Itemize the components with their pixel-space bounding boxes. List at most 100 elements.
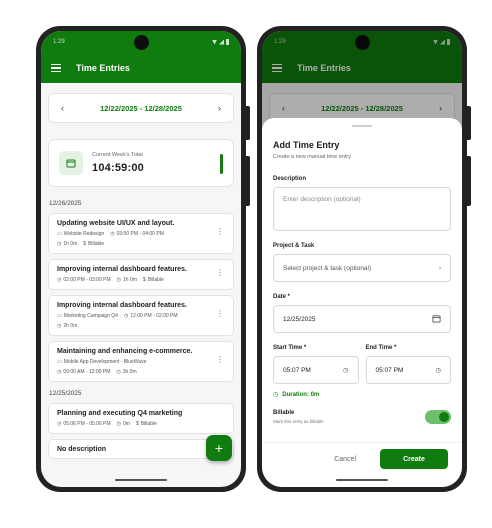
- project-label: Project & Task: [273, 243, 315, 249]
- timer-icon: ◷: [116, 421, 121, 427]
- sheet-actions: Cancel Create: [262, 442, 462, 469]
- clock-icon: ◷: [123, 313, 129, 319]
- start-time-field[interactable]: 05:07 PM ◷: [273, 356, 359, 384]
- more-options-icon[interactable]: ⋮: [216, 355, 224, 364]
- clock-icon[interactable]: ◷: [435, 366, 441, 374]
- app-title: Time Entries: [76, 63, 130, 73]
- chevron-left-icon[interactable]: ‹: [61, 103, 64, 113]
- entry-billable: Billable: [147, 277, 164, 283]
- clock-icon: ◷: [57, 421, 62, 427]
- date-header: 12/25/2025: [49, 390, 82, 397]
- app-bar: Time Entries: [41, 53, 241, 83]
- more-options-icon[interactable]: ⋮: [216, 227, 224, 236]
- status-bar: 1:29: [41, 31, 241, 53]
- sheet-subtitle: Create a new manual time entry: [273, 154, 351, 160]
- entry-title: Improving internal dashboard features.: [57, 302, 187, 309]
- project-select[interactable]: Select project & task (optional) ›: [273, 254, 451, 282]
- date-field[interactable]: 12/25/2025: [273, 305, 451, 333]
- dollar-icon: $: [142, 277, 146, 283]
- week-selector: ‹ 12/22/2025 - 12/28/2025 ›: [48, 93, 234, 123]
- entry-card[interactable]: Improving internal dashboard features. ◷…: [48, 259, 234, 290]
- entry-title: Updating website UI/UX and layout.: [57, 220, 175, 227]
- timer-icon: ◷: [116, 369, 121, 375]
- entry-project: Website Redesign: [63, 231, 105, 237]
- create-button[interactable]: Create: [380, 449, 448, 469]
- wifi-icon: [212, 39, 217, 45]
- entry-duration: 1h 0m: [123, 277, 137, 283]
- billable-toggle[interactable]: [425, 410, 451, 424]
- folder-icon: ▭: [57, 359, 62, 365]
- timer-icon: ◷: [116, 277, 121, 283]
- timer-icon: ◷: [273, 392, 279, 398]
- entry-card[interactable]: Planning and executing Q4 marketing ◷ 05:…: [48, 403, 234, 434]
- entry-duration: 1h 0m: [63, 241, 78, 247]
- cancel-button[interactable]: Cancel: [326, 450, 364, 469]
- entry-time: 02:00 PM - 03:00 PM: [63, 277, 111, 283]
- plus-icon: +: [214, 440, 224, 456]
- timer-icon: ◷: [57, 323, 62, 329]
- signal-icon: [219, 39, 224, 45]
- end-time-label: End Time *: [365, 345, 397, 351]
- date-label: Date *: [273, 294, 291, 300]
- add-entry-screen: 1:29 Time Entries ‹ 12/22/2025 - 12/28/2…: [262, 31, 462, 487]
- end-time-value: 05:07 PM: [375, 366, 404, 374]
- menu-icon[interactable]: [51, 64, 61, 72]
- total-value: 104:59:00: [92, 162, 144, 174]
- project-placeholder: Select project & task (optional): [283, 264, 372, 272]
- timer-icon: ◷: [57, 241, 62, 247]
- duration-readout: ◷ Duration: 0m: [273, 391, 451, 399]
- entry-billable: Billable: [140, 421, 157, 427]
- more-options-icon[interactable]: ⋮: [216, 268, 224, 277]
- sheet-drag-handle[interactable]: [352, 125, 372, 127]
- billable-label: Billable: [273, 410, 295, 416]
- entry-duration: 2h 0m: [63, 323, 78, 329]
- volume-button: [246, 156, 250, 206]
- add-entry-button[interactable]: +: [206, 435, 232, 461]
- entry-title: Maintaining and enhancing e-commerce.: [57, 348, 193, 355]
- description-label: Description: [273, 176, 307, 182]
- more-options-icon[interactable]: ⋮: [216, 309, 224, 318]
- calendar-icon: [59, 151, 83, 175]
- entry-time: 09:00 AM - 12:00 PM: [63, 369, 111, 375]
- phone-right: 1:29 Time Entries ‹ 12/22/2025 - 12/28/2…: [257, 26, 471, 492]
- calendar-icon[interactable]: [432, 314, 441, 325]
- description-field[interactable]: Enter description (optional): [273, 187, 451, 231]
- folder-icon: ▭: [57, 231, 62, 237]
- total-accent-bar: [220, 154, 223, 174]
- clock-icon: ◷: [110, 231, 115, 237]
- entry-card[interactable]: Improving internal dashboard features. ▭…: [48, 295, 234, 336]
- entry-duration: 3h 0m: [122, 369, 137, 375]
- entry-time: 12:00 PM - 02:00 PM: [130, 313, 178, 319]
- entry-time: 05:06 PM - 05:06 PM: [63, 421, 111, 427]
- entry-card[interactable]: Maintaining and enhancing e-commerce. ▭ M…: [48, 341, 234, 382]
- time-entries-screen: 1:29 Time Entries ‹ 12/22/2025 - 12/28/2…: [41, 31, 241, 487]
- volume-button: [467, 156, 471, 206]
- home-indicator[interactable]: [336, 478, 388, 481]
- end-time-field[interactable]: 05:07 PM ◷: [365, 356, 451, 384]
- phone-left: 1:29 Time Entries ‹ 12/22/2025 - 12/28/2…: [36, 26, 250, 492]
- start-time-label: Start Time *: [273, 345, 307, 351]
- battery-icon: [226, 39, 229, 45]
- chevron-right-icon[interactable]: ›: [218, 103, 221, 113]
- power-button: [246, 106, 250, 140]
- clock-icon: ◷: [57, 277, 62, 283]
- billable-row: Billable Mark this entry as billable: [273, 410, 451, 424]
- date-header: 12/26/2025: [49, 200, 82, 207]
- clock-icon[interactable]: ◷: [343, 366, 349, 374]
- entry-card[interactable]: Updating website UI/UX and layout. ▭ Webs…: [48, 213, 234, 254]
- home-indicator[interactable]: [115, 478, 167, 481]
- entry-title: Improving internal dashboard features.: [57, 266, 187, 273]
- sheet-title: Add Time Entry: [273, 140, 340, 150]
- status-icons: [212, 39, 229, 45]
- duration-text: Duration: 0m: [282, 391, 320, 398]
- dollar-icon: $: [135, 421, 139, 427]
- folder-icon: ▭: [57, 313, 62, 319]
- entry-project: Mobile App Development - BlueWave: [63, 359, 147, 365]
- total-label: Current Week's Total: [92, 152, 143, 158]
- week-range[interactable]: 12/22/2025 - 12/28/2025: [100, 104, 182, 113]
- entry-project: Marketing Campaign Q4: [63, 313, 118, 319]
- week-total-card: Current Week's Total 104:59:00: [48, 139, 234, 187]
- entry-title: Planning and executing Q4 marketing: [57, 410, 183, 417]
- start-time-value: 05:07 PM: [283, 366, 311, 374]
- chevron-right-icon: ›: [438, 264, 441, 272]
